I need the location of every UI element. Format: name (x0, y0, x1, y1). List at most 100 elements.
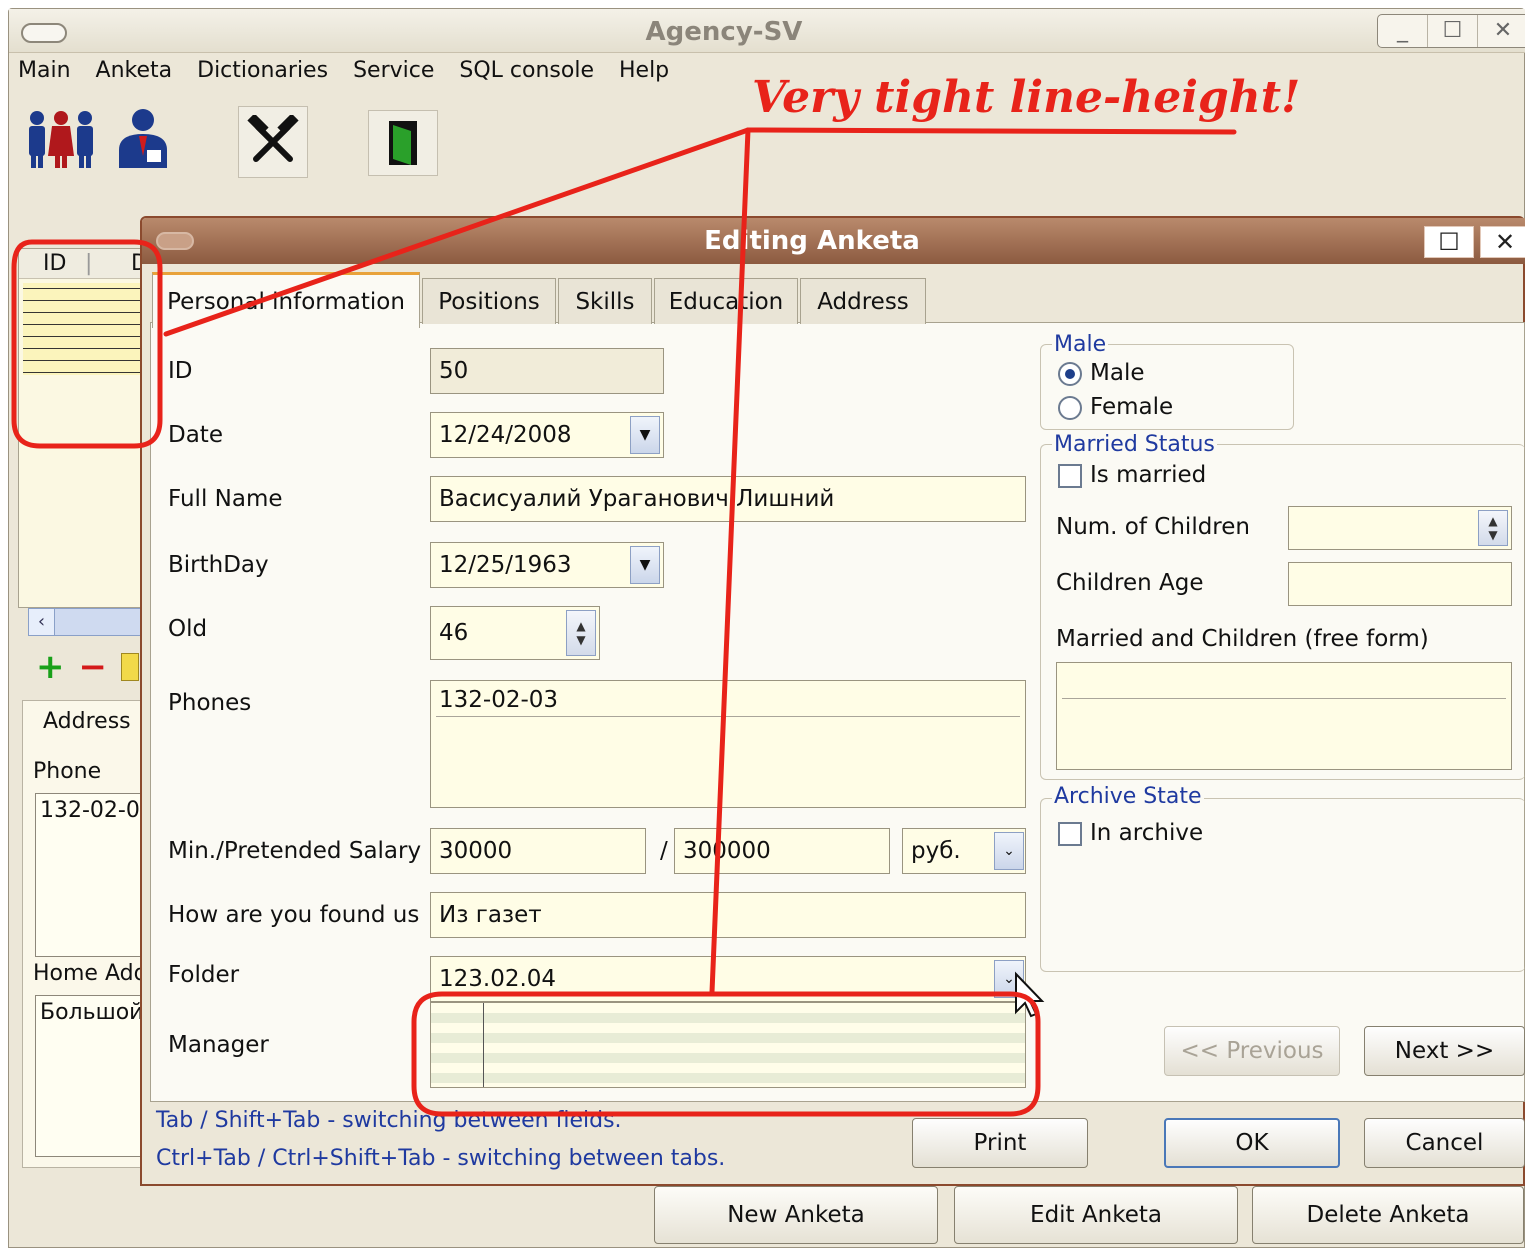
fullname-field[interactable]: Васисуалий Ураганович Лишний (430, 476, 1026, 522)
phone-box[interactable]: 132-02-0 (35, 793, 151, 957)
main-title-bar: Agency-SV _ ☐ ✕ (9, 9, 1525, 53)
male-radio[interactable] (1058, 362, 1082, 386)
menu-main[interactable]: Main (18, 58, 71, 94)
horizontal-scrollbar[interactable]: ‹ (28, 608, 146, 636)
menu-service[interactable]: Service (353, 58, 434, 94)
free-form-textarea[interactable] (1056, 662, 1512, 770)
phones-field[interactable]: 132-02-03 (430, 680, 1026, 808)
id-label: ID (168, 358, 193, 384)
tab-skills[interactable]: Skills (558, 278, 652, 324)
table-rows[interactable] (23, 283, 147, 375)
left-toolbar: + − (36, 647, 139, 687)
home-address-box[interactable]: Большой (35, 995, 151, 1157)
old-spin-icon[interactable]: ▲ ▼ (566, 610, 596, 656)
menu-anketa[interactable]: Anketa (96, 58, 173, 94)
phones-line (436, 716, 1020, 717)
birthday-value: 12/25/1963 (439, 552, 572, 578)
tab-positions[interactable]: Positions (422, 278, 556, 324)
female-label: Female (1090, 394, 1174, 420)
phones-label: Phones (168, 690, 252, 716)
tab-education[interactable]: Education (654, 278, 798, 324)
cancel-button[interactable]: Cancel (1364, 1118, 1525, 1168)
annotation-text: Very tight line-height! (752, 72, 1301, 123)
tab-personal-information[interactable]: Personal information (152, 272, 420, 328)
found-label: How are you found us (168, 902, 420, 928)
note-icon[interactable] (121, 653, 139, 681)
sex-group-title: Male (1052, 332, 1109, 357)
salary-label: Min./Pretended Salary (168, 838, 422, 864)
hint-fields: Tab / Shift+Tab - switching between fiel… (156, 1108, 622, 1133)
old-label: Old (168, 616, 208, 642)
salary-min-field[interactable]: 30000 (430, 828, 646, 874)
found-field[interactable]: Из газет (430, 892, 1026, 938)
table-header: ID | D (19, 249, 149, 279)
folder-dropdown-icon[interactable]: ⌄ (994, 960, 1024, 998)
dialog-title-bar: Editing Anketa ☐ ✕ (142, 218, 1525, 264)
old-value: 46 (439, 620, 469, 646)
menu-bar: Main Anketa Dictionaries Service SQL con… (18, 58, 669, 94)
children-age-label: Children Age (1056, 570, 1204, 596)
add-icon[interactable]: + (36, 647, 65, 687)
delete-anketa-button[interactable]: Delete Anketa (1252, 1186, 1524, 1244)
birthday-label: BirthDay (168, 552, 269, 578)
is-married-label: Is married (1090, 462, 1207, 488)
id-field[interactable]: 50 (430, 348, 664, 394)
birthday-dropdown-icon[interactable]: ▼ (630, 546, 660, 584)
fullname-label: Full Name (168, 486, 283, 512)
is-married-checkbox[interactable] (1058, 464, 1082, 488)
children-spin-icon[interactable]: ▲ ▼ (1478, 510, 1508, 546)
menu-help[interactable]: Help (619, 58, 669, 94)
column-id[interactable]: ID (43, 251, 66, 276)
manager-list[interactable] (430, 1002, 1026, 1088)
home-address-label: Home Add (33, 961, 148, 986)
remove-icon[interactable]: − (79, 647, 108, 687)
manager-list-divider (483, 1003, 484, 1087)
children-num-label: Num. of Children (1056, 514, 1250, 540)
in-archive-checkbox[interactable] (1058, 822, 1082, 846)
exit-door-icon[interactable] (368, 110, 438, 176)
currency-value: руб. (911, 838, 961, 864)
scroll-left-icon[interactable]: ‹ (29, 609, 55, 635)
hint-tabs: Ctrl+Tab / Ctrl+Shift+Tab - switching be… (156, 1146, 726, 1171)
male-label: Male (1090, 360, 1145, 386)
folder-select[interactable]: 123.02.04 (430, 956, 1026, 1002)
manager-label: Manager (168, 1032, 269, 1058)
birthday-field[interactable]: 12/25/1963 (430, 542, 664, 588)
female-radio[interactable] (1058, 396, 1082, 420)
in-archive-label: In archive (1090, 820, 1204, 846)
edit-anketa-button[interactable]: Edit Anketa (954, 1186, 1238, 1244)
salary-separator: / (660, 838, 668, 864)
minimize-icon[interactable]: _ (1378, 15, 1428, 47)
menu-dictionaries[interactable]: Dictionaries (197, 58, 328, 94)
anketa-table[interactable]: ID | D (18, 248, 149, 608)
archive-group-title: Archive State (1052, 784, 1204, 809)
tab-address[interactable]: Address (800, 278, 926, 324)
phones-value: 132-02-03 (439, 687, 559, 713)
currency-dropdown-icon[interactable]: ⌄ (994, 832, 1024, 870)
date-dropdown-icon[interactable]: ▼ (630, 416, 660, 454)
free-form-label: Married and Children (free form) (1056, 626, 1429, 652)
maximize-icon[interactable]: ☐ (1428, 15, 1478, 47)
next-button[interactable]: Next >> (1364, 1026, 1525, 1076)
close-icon[interactable]: ✕ (1478, 15, 1525, 47)
phone-label: Phone (33, 759, 102, 784)
people-group-icon[interactable] (22, 100, 100, 176)
window-title: Agency-SV (645, 17, 803, 47)
tab-address-left[interactable]: Address (43, 709, 131, 734)
salary-max-field[interactable]: 300000 (674, 828, 890, 874)
dialog-close-icon[interactable]: ✕ (1480, 226, 1525, 258)
dialog-title: Editing Anketa (704, 226, 920, 256)
children-age-field[interactable] (1288, 562, 1512, 606)
hammer-tools-icon[interactable] (238, 106, 308, 178)
manager-person-icon[interactable] (110, 100, 176, 176)
date-value: 12/24/2008 (439, 422, 572, 448)
print-button[interactable]: Print (912, 1118, 1088, 1168)
new-anketa-button[interactable]: New Anketa (654, 1186, 938, 1244)
date-field[interactable]: 12/24/2008 (430, 412, 664, 458)
previous-button[interactable]: << Previous (1164, 1026, 1340, 1076)
ok-button[interactable]: OK (1164, 1118, 1340, 1168)
folder-label: Folder (168, 962, 240, 988)
window-controls: _ ☐ ✕ (1377, 14, 1525, 48)
menu-sql-console[interactable]: SQL console (459, 58, 594, 94)
dialog-maximize-icon[interactable]: ☐ (1424, 226, 1474, 258)
